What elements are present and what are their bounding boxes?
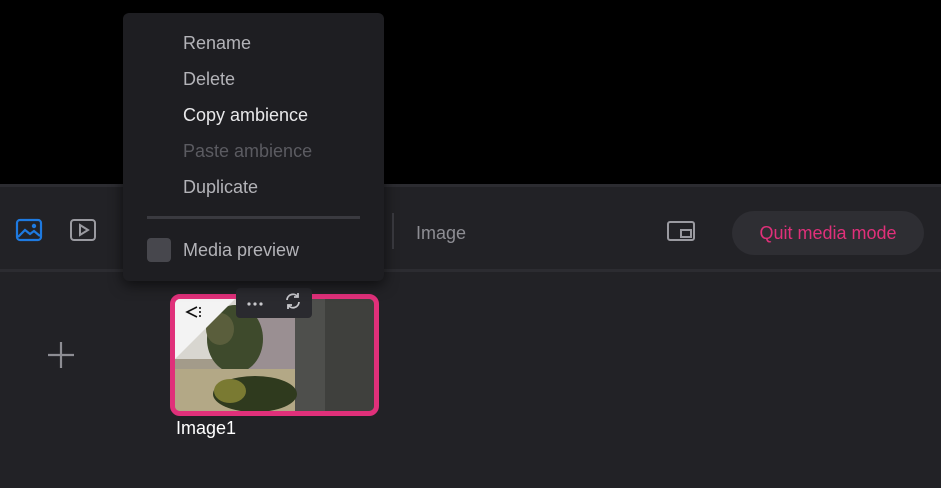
picture-in-picture-icon[interactable] [666,216,696,246]
toolbar-divider [392,213,394,249]
plus-icon[interactable] [40,334,82,376]
menu-item-duplicate[interactable]: Duplicate [183,177,258,198]
menu-item-copy-ambience[interactable]: Copy ambience [183,105,308,126]
mode-label: Image [416,223,467,243]
image-icon[interactable] [14,215,44,245]
thumbnail-caption: Image1 [176,418,237,438]
video-icon[interactable] [68,215,98,245]
menu-divider [147,216,360,219]
thumbnail-actions [236,288,312,318]
menu-item-delete[interactable]: Delete [183,69,235,90]
context-menu: Rename Delete Copy ambience Paste ambien… [123,13,384,281]
quit-media-mode-button[interactable]: Quit media mode [732,211,924,255]
menu-item-paste-ambience: Paste ambience [183,141,313,161]
media-preview-checkbox[interactable] [147,238,171,262]
menu-item-rename[interactable]: Rename [183,33,251,54]
media-panel: Image1 [0,272,941,488]
media-preview-label[interactable]: Media preview [183,240,299,261]
refresh-icon[interactable] [283,291,303,316]
more-icon[interactable] [246,294,264,312]
